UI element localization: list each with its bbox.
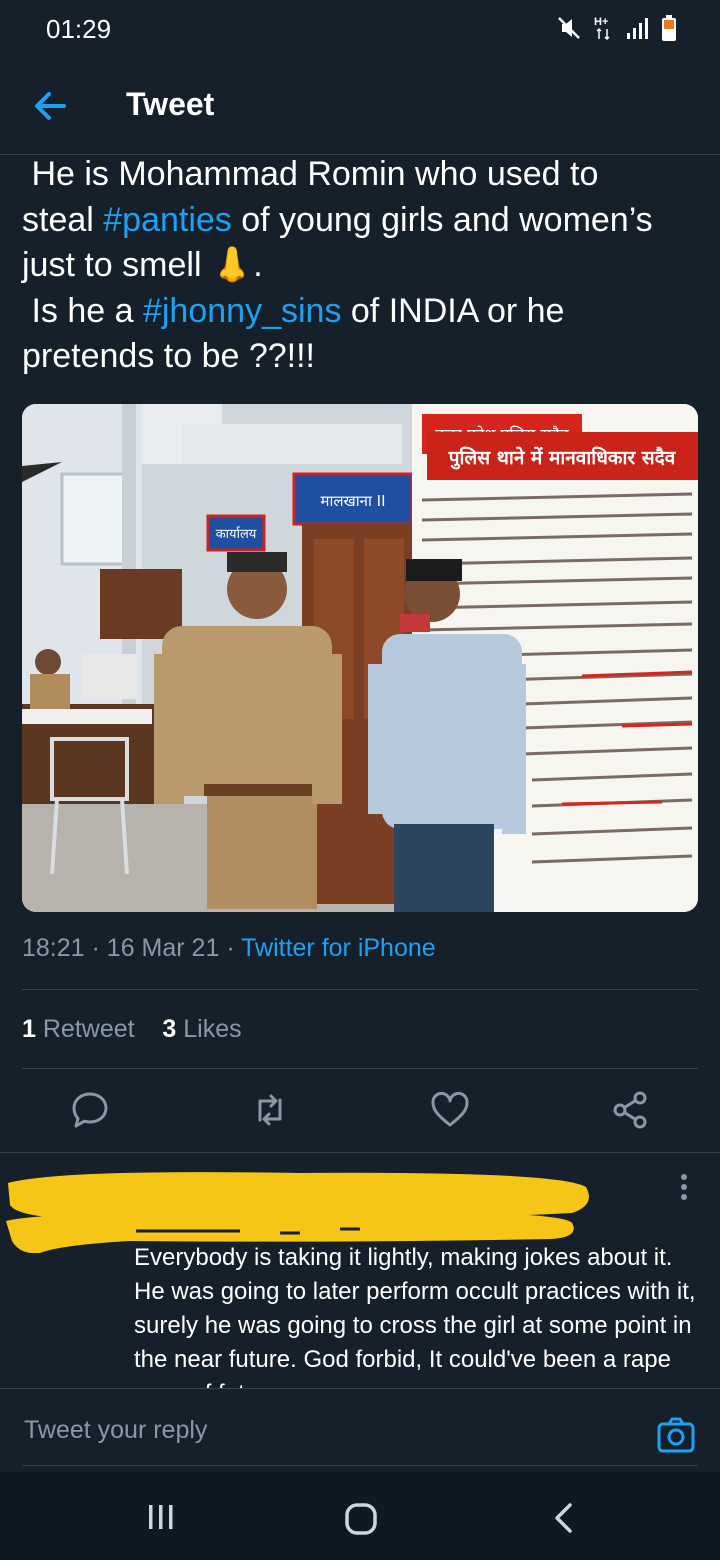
nose-emoji: 👃 bbox=[210, 246, 254, 284]
divider bbox=[22, 989, 698, 990]
more-options-icon[interactable] bbox=[674, 1173, 694, 1201]
redaction-marker bbox=[6, 1172, 589, 1253]
tweet-photo[interactable]: कार्यालय मालखाना II उत्तर प्रदेश पुलिस स… bbox=[22, 404, 698, 912]
meta-separator: · bbox=[226, 934, 235, 962]
status-time: 01:29 bbox=[46, 14, 112, 44]
hashtag-link[interactable]: #jhonny_sins bbox=[143, 292, 341, 330]
retweets-count: 1 bbox=[22, 1015, 36, 1043]
room-sign: कार्यालय bbox=[216, 526, 257, 542]
arrow-left-icon[interactable] bbox=[30, 86, 70, 126]
status-bar: 01:29 H+ bbox=[0, 0, 720, 58]
reply-tweet[interactable]: Everybody is taking it lightly, making j… bbox=[0, 1152, 720, 1391]
poster-banner-main: पुलिस थाने में मानवाधिकार सदैव bbox=[448, 446, 677, 470]
back-icon[interactable] bbox=[552, 1502, 576, 1534]
divider bbox=[22, 1068, 698, 1069]
page-title: Tweet bbox=[126, 86, 215, 122]
tweet-text: He is Mohammad Romin who used to steal #… bbox=[22, 152, 702, 380]
system-nav-bar bbox=[0, 1472, 720, 1560]
reply-input-underline bbox=[22, 1465, 698, 1466]
mute-icon bbox=[558, 17, 580, 39]
door-sign: मालखाना II bbox=[320, 492, 385, 510]
photo-illustration: कार्यालय मालखाना II उत्तर प्रदेश पुलिस स… bbox=[22, 404, 698, 912]
network-hplus-icon: H+ bbox=[594, 16, 610, 41]
retweets-label: Retweet bbox=[42, 1015, 135, 1043]
retweets-stat[interactable]: 1 Retweet bbox=[22, 1015, 135, 1043]
tweet-meta: 18:21 · 16 Mar 21 · Twitter for iPhone bbox=[22, 934, 436, 963]
like-icon[interactable] bbox=[428, 1088, 472, 1132]
battery-icon bbox=[662, 15, 676, 41]
likes-label: Likes bbox=[183, 1015, 242, 1043]
likes-stat[interactable]: 3 Likes bbox=[162, 1015, 241, 1043]
tweet-source-link[interactable]: Twitter for iPhone bbox=[241, 934, 436, 962]
status-icons: H+ bbox=[556, 14, 676, 42]
reply-composer bbox=[0, 1388, 720, 1473]
likes-count: 3 bbox=[162, 1015, 177, 1043]
home-icon[interactable] bbox=[344, 1502, 378, 1536]
reply-text: Everybody is taking it lightly, making j… bbox=[134, 1244, 696, 1391]
meta-separator: · bbox=[91, 934, 100, 962]
recents-icon[interactable] bbox=[146, 1502, 176, 1532]
tweet-date: 16 Mar 21 bbox=[106, 934, 220, 962]
app-header: Tweet bbox=[0, 58, 720, 155]
reply-icon[interactable] bbox=[68, 1088, 112, 1132]
signal-icon bbox=[627, 18, 648, 39]
share-icon[interactable] bbox=[608, 1088, 652, 1132]
tweet-time: 18:21 bbox=[22, 934, 85, 962]
retweet-icon[interactable] bbox=[248, 1088, 292, 1132]
hashtag-link[interactable]: #panties bbox=[103, 201, 232, 239]
svg-text:H+: H+ bbox=[594, 16, 608, 28]
reply-input[interactable] bbox=[22, 1405, 626, 1455]
camera-icon[interactable] bbox=[656, 1415, 696, 1455]
tweet-stats: 1 Retweet 3 Likes bbox=[22, 1015, 242, 1044]
